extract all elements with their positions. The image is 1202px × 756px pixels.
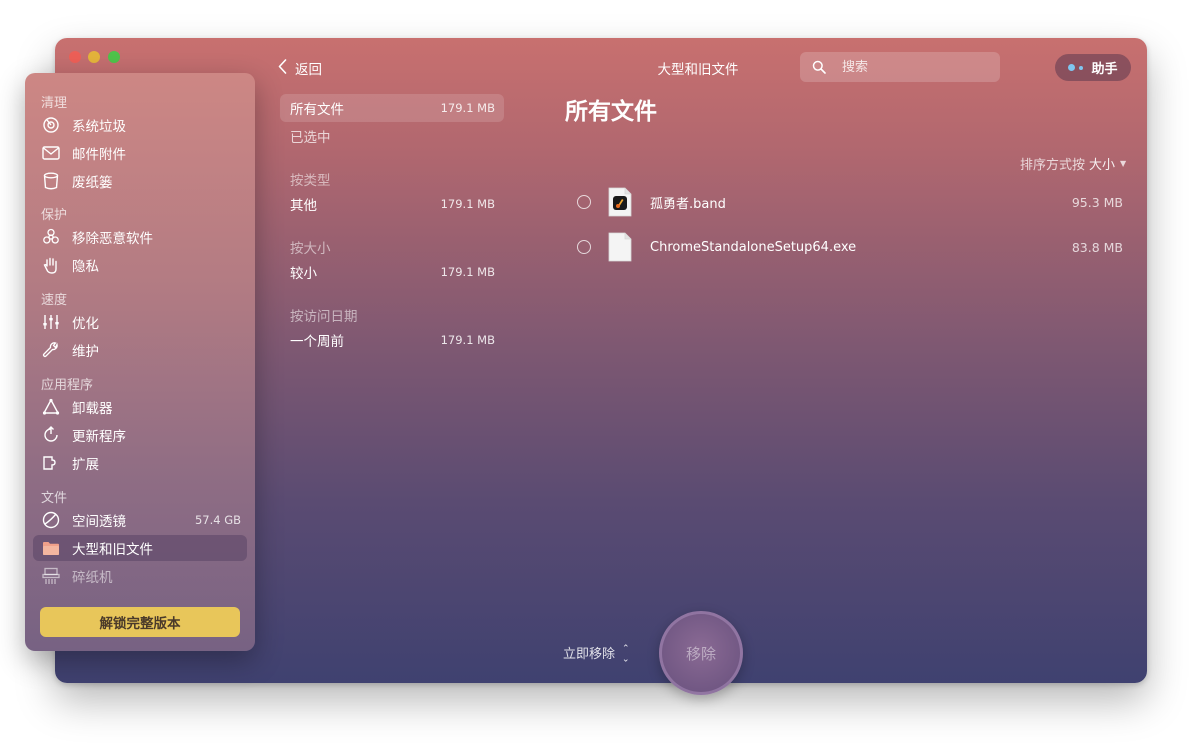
filter-label: 已选中	[290, 130, 331, 146]
window-title: 大型和旧文件	[657, 62, 739, 78]
space-lens-size: 57.4 GB	[194, 513, 241, 527]
filter-heading-by-access-date: 按访问日期	[290, 309, 358, 325]
sort-control[interactable]: 排序方式按 大小 ▼	[1020, 154, 1126, 173]
file-size: 83.8 MB	[1071, 239, 1123, 255]
filter-size: 179.1 MB	[440, 333, 495, 347]
close-window-button[interactable]	[69, 51, 81, 63]
sidebar-item-label: 大型和旧文件	[72, 542, 153, 558]
filter-label: 较小	[290, 266, 317, 282]
sidebar-item-large-old-files[interactable]: 大型和旧文件	[33, 535, 247, 561]
sidebar-item-optimization[interactable]: 优化	[33, 309, 247, 335]
file-name: 孤勇者.band	[650, 196, 726, 212]
filter-size: 179.1 MB	[440, 101, 495, 115]
space-lens-icon	[41, 510, 61, 530]
filter-heading-by-size: 按大小	[290, 241, 331, 257]
sidebar-item-label: 邮件附件	[72, 147, 126, 163]
unlock-full-version-button[interactable]: 解锁完整版本	[40, 607, 240, 637]
trash-icon	[41, 171, 61, 191]
sidebar-item-extensions[interactable]: 扩展	[33, 450, 247, 476]
file-select-radio[interactable]	[577, 240, 591, 254]
sidebar-item-label: 碎纸机	[72, 570, 113, 586]
up-down-chevron-icon: ⌃ ⌃	[622, 643, 630, 662]
file-size: 95.3 MB	[1071, 194, 1123, 210]
search-input[interactable]	[840, 58, 984, 76]
sidebar-item-trash-bins[interactable]: 废纸篓	[33, 168, 247, 194]
generic-file-icon	[608, 232, 632, 262]
remove-button-label: 移除	[685, 644, 716, 663]
section-files: 文件	[41, 491, 68, 506]
updater-icon	[41, 425, 61, 445]
remove-button[interactable]: 移除	[659, 611, 743, 695]
file-select-radio[interactable]	[577, 195, 591, 209]
filter-label: 所有文件	[290, 102, 344, 118]
sidebar-item-shredder[interactable]: 碎纸机	[33, 563, 247, 589]
sidebar-item-label: 移除恶意软件	[72, 231, 153, 247]
chevron-left-icon	[278, 58, 287, 78]
search-icon	[812, 60, 826, 74]
sidebar-item-privacy[interactable]: 隐私	[33, 252, 247, 278]
filter-small[interactable]: 较小 179.1 MB	[280, 258, 504, 286]
filter-size: 179.1 MB	[440, 197, 495, 211]
section-applications: 应用程序	[41, 378, 94, 393]
sidebar-item-updater[interactable]: 更新程序	[33, 422, 247, 448]
caret-down-icon: ▼	[1120, 159, 1127, 168]
filter-selected[interactable]: 已选中	[280, 122, 504, 150]
sidebar-item-mail-attachments[interactable]: 邮件附件	[33, 140, 247, 166]
sidebar-item-space-lens[interactable]: 空间透镜 57.4 GB	[33, 507, 247, 533]
sort-prefix: 排序方式按	[1020, 158, 1086, 173]
zoom-window-button[interactable]	[108, 51, 120, 63]
sidebar: 清理 系统垃圾 邮件附件 废纸篓 保护 移除恶意软件 隐私 速度 优化 维护 应…	[25, 73, 255, 651]
sidebar-item-label: 卸载器	[72, 401, 113, 417]
filter-all-files[interactable]: 所有文件 179.1 MB	[280, 94, 504, 122]
minimize-window-button[interactable]	[88, 51, 100, 63]
file-name: ChromeStandaloneSetup64.exe	[650, 239, 857, 255]
sidebar-item-label: 优化	[72, 316, 99, 332]
folder-icon	[41, 538, 61, 558]
search-box[interactable]	[800, 52, 1000, 82]
wrench-icon	[41, 340, 61, 360]
back-button[interactable]: 返回	[278, 58, 322, 78]
sort-value: 大小	[1089, 158, 1116, 173]
hand-icon	[41, 255, 61, 275]
remove-mode-select[interactable]: 立即移除 ⌃ ⌃	[563, 643, 630, 662]
shredder-icon	[41, 566, 61, 586]
biohazard-icon	[41, 227, 61, 247]
sidebar-item-label: 维护	[72, 344, 99, 360]
garageband-file-icon	[608, 187, 632, 217]
back-label: 返回	[295, 62, 322, 78]
filter-other[interactable]: 其他 179.1 MB	[280, 190, 504, 218]
file-row[interactable]: 孤勇者.band 95.3 MB	[570, 186, 1130, 218]
assistant-label: 助手	[1091, 62, 1118, 77]
sidebar-item-maintenance[interactable]: 维护	[33, 337, 247, 363]
section-cleanup: 清理	[41, 96, 68, 111]
system-junk-icon	[41, 115, 61, 135]
sliders-icon	[41, 312, 61, 332]
assistant-button[interactable]: 助手	[1055, 54, 1131, 81]
section-speed: 速度	[41, 293, 68, 308]
sidebar-item-malware-removal[interactable]: 移除恶意软件	[33, 224, 247, 250]
filter-heading-by-type: 按类型	[290, 173, 331, 189]
assistant-dots-icon	[1068, 64, 1084, 71]
filter-label: 其他	[290, 198, 317, 214]
sidebar-item-label: 空间透镜	[72, 514, 126, 530]
uninstaller-icon	[41, 397, 61, 417]
sidebar-item-label: 废纸篓	[72, 175, 113, 191]
sidebar-item-system-junk[interactable]: 系统垃圾	[33, 112, 247, 138]
sidebar-item-label: 系统垃圾	[72, 119, 126, 135]
sidebar-item-label: 更新程序	[72, 429, 126, 445]
section-protection: 保护	[41, 208, 68, 223]
filter-one-week[interactable]: 一个周前 179.1 MB	[280, 326, 504, 354]
sidebar-item-uninstaller[interactable]: 卸载器	[33, 394, 247, 420]
filter-label: 一个周前	[290, 334, 344, 350]
sidebar-item-label: 扩展	[72, 457, 99, 473]
page-title: 所有文件	[565, 99, 657, 125]
sidebar-item-label: 隐私	[72, 259, 99, 275]
mail-icon	[41, 143, 61, 163]
extensions-icon	[41, 453, 61, 473]
remove-mode-label: 立即移除	[563, 647, 616, 662]
file-row[interactable]: ChromeStandaloneSetup64.exe 83.8 MB	[570, 231, 1130, 263]
filter-size: 179.1 MB	[440, 265, 495, 279]
